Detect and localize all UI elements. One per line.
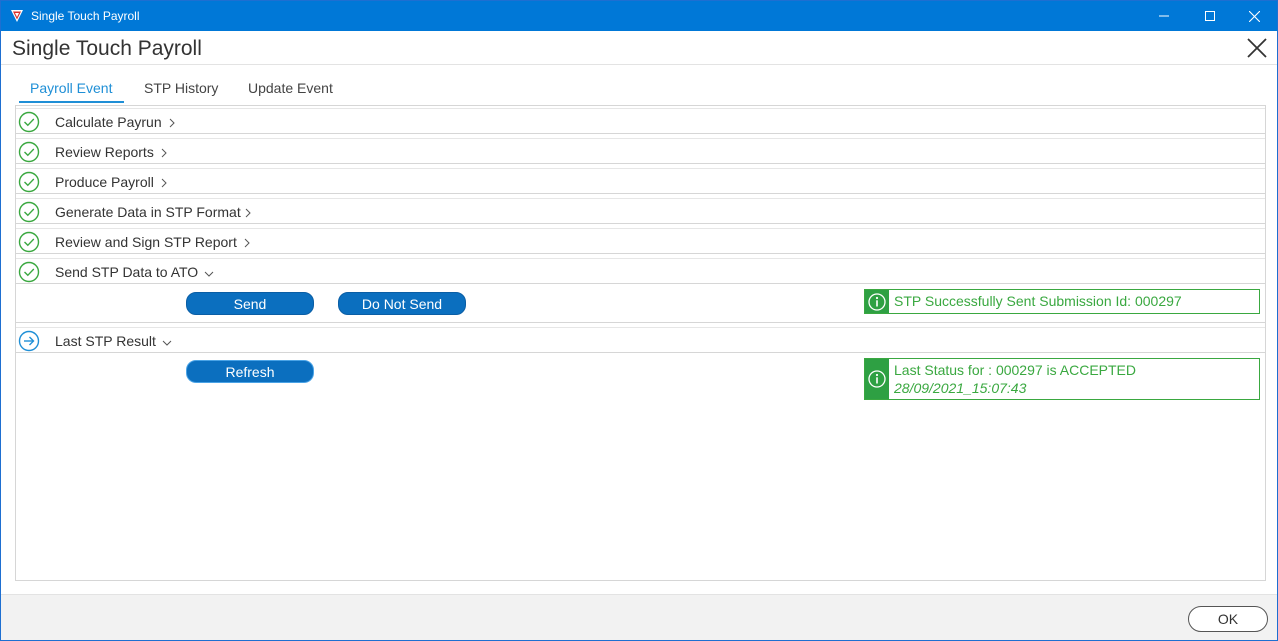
do-not-send-button[interactable]: Do Not Send (338, 292, 466, 315)
result-panel: Refresh Last Status for : 000297 is ACCE… (16, 353, 1265, 401)
step-send-stp[interactable]: Send STP Data to ATO (16, 258, 1265, 284)
window-title: Single Touch Payroll (31, 9, 140, 23)
info-icon (865, 290, 889, 313)
step-label: Generate Data in STP Format (55, 204, 241, 220)
info-icon (865, 359, 889, 399)
dialog-close-button[interactable] (1245, 36, 1269, 60)
refresh-button[interactable]: Refresh (186, 360, 314, 383)
chevron-down-icon (204, 265, 214, 281)
arrow-circle-icon (18, 330, 40, 352)
step-label: Calculate Payrun (55, 114, 162, 130)
send-panel: Send Do Not Send STP Successfully Sent S… (16, 284, 1265, 323)
title-bar: Single Touch Payroll (1, 1, 1277, 31)
workflow-panel: Calculate Payrun Review Reports Produce … (15, 105, 1266, 581)
step-review-reports[interactable]: Review Reports (16, 138, 1265, 164)
check-circle-icon (18, 141, 40, 163)
maximize-button[interactable] (1187, 1, 1233, 31)
step-label: Review and Sign STP Report (55, 234, 237, 250)
tab-payroll-event[interactable]: Payroll Event (19, 77, 124, 103)
step-label: Send STP Data to ATO (55, 264, 199, 280)
step-generate-data[interactable]: Generate Data in STP Format (16, 198, 1265, 224)
ok-button[interactable]: OK (1188, 606, 1268, 632)
close-icon (1248, 10, 1260, 22)
tab-update-event[interactable]: Update Event (248, 77, 333, 103)
minimize-button[interactable] (1141, 1, 1187, 31)
step-produce-payroll[interactable]: Produce Payroll (16, 168, 1265, 194)
step-last-stp-result[interactable]: Last STP Result (16, 327, 1265, 353)
step-label: Produce Payroll (55, 174, 154, 190)
send-status-text: STP Successfully Sent Submission Id: 000… (894, 293, 1182, 309)
result-status-line: Last Status for : 000297 is ACCEPTED (894, 362, 1137, 378)
tab-stp-history[interactable]: STP History (144, 77, 218, 103)
dialog-footer: OK (1, 594, 1277, 640)
chevron-right-icon (243, 235, 251, 251)
step-label: Last STP Result (55, 333, 156, 349)
check-circle-icon (18, 261, 40, 283)
check-circle-icon (18, 171, 40, 193)
step-review-sign[interactable]: Review and Sign STP Report (16, 228, 1265, 254)
app-window: Single Touch Payroll Single Touch Payrol… (0, 0, 1278, 641)
chevron-right-icon (244, 205, 252, 221)
chevron-right-icon (160, 175, 168, 191)
result-status-timestamp: 28/09/2021_15:07:43 (894, 380, 1027, 396)
page-title: Single Touch Payroll (12, 37, 202, 60)
check-circle-icon (18, 231, 40, 253)
app-logo-icon (9, 8, 25, 24)
dialog-header: Single Touch Payroll (1, 31, 1277, 65)
step-label: Review Reports (55, 144, 154, 160)
chevron-right-icon (160, 145, 168, 161)
chevron-down-icon (162, 334, 172, 350)
send-button[interactable]: Send (186, 292, 314, 315)
check-circle-icon (18, 111, 40, 133)
close-icon (1247, 38, 1267, 58)
result-status-message: Last Status for : 000297 is ACCEPTED 28/… (864, 358, 1260, 400)
minimize-icon (1159, 15, 1169, 17)
send-status-message: STP Successfully Sent Submission Id: 000… (864, 289, 1260, 314)
window-close-button[interactable] (1231, 1, 1277, 31)
check-circle-icon (18, 201, 40, 223)
step-calculate-payrun[interactable]: Calculate Payrun (16, 108, 1265, 134)
chevron-right-icon (168, 115, 176, 131)
maximize-icon (1205, 11, 1215, 21)
